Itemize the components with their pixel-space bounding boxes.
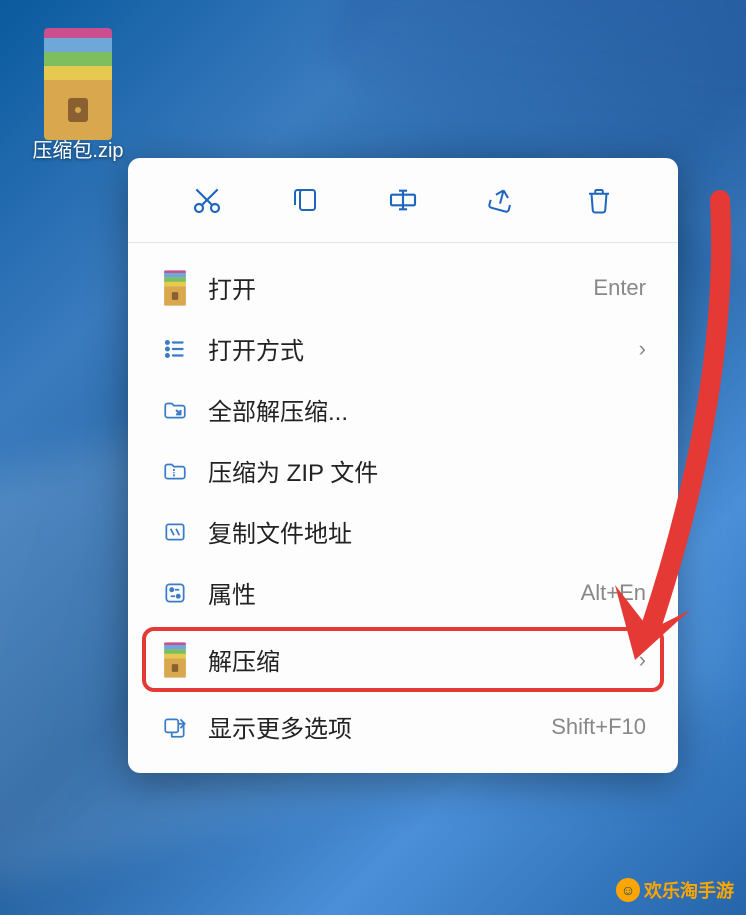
delete-button[interactable]	[579, 180, 619, 220]
menu-item-copy-path[interactable]: 复制文件地址	[146, 501, 660, 562]
menu-item-open[interactable]: 打开 Enter	[146, 257, 660, 318]
menu-label: 打开方式	[208, 331, 639, 366]
menu-shortcut: Shift+F10	[551, 714, 646, 740]
menu-item-compress-zip[interactable]: 压缩为 ZIP 文件	[146, 440, 660, 501]
cut-button[interactable]	[187, 180, 227, 220]
show-more-icon	[160, 712, 190, 742]
menu-shortcut: Alt+En	[581, 580, 646, 606]
menu-item-extract[interactable]: 解压缩 ›	[142, 627, 664, 692]
copy-icon	[290, 185, 320, 215]
rar-file-icon	[38, 28, 118, 128]
menu-label: 复制文件地址	[208, 514, 646, 549]
watermark-text: 欢乐淘手游	[644, 877, 734, 903]
chevron-right-icon: ›	[639, 336, 646, 362]
copy-button[interactable]	[285, 180, 325, 220]
desktop-file[interactable]: 压缩包.zip	[28, 28, 128, 163]
watermark: ☺ 欢乐淘手游	[616, 877, 734, 903]
menu-label: 解压缩	[208, 642, 639, 677]
watermark-smiley-icon: ☺	[616, 878, 640, 902]
rar-small-icon	[160, 273, 190, 303]
menu-label: 显示更多选项	[208, 709, 551, 744]
rename-icon	[387, 184, 419, 216]
extract-all-icon	[160, 395, 190, 425]
menu-item-extract-all[interactable]: 全部解压缩...	[146, 379, 660, 440]
scissors-icon	[191, 184, 223, 216]
share-button[interactable]	[481, 180, 521, 220]
rename-button[interactable]	[383, 180, 423, 220]
rar-small-icon	[160, 645, 190, 675]
share-icon	[486, 185, 516, 215]
menu-label: 全部解压缩...	[208, 392, 646, 427]
menu-item-properties[interactable]: 属性 Alt+En	[146, 562, 660, 623]
chevron-right-icon: ›	[639, 647, 646, 673]
copy-path-icon	[160, 517, 190, 547]
open-with-icon	[160, 334, 190, 364]
menu-label: 打开	[208, 270, 593, 305]
context-toolbar	[128, 158, 678, 243]
compress-zip-icon	[160, 456, 190, 486]
trash-icon	[584, 185, 614, 215]
menu-items-list: 打开 Enter 打开方式 › 全部解压缩... 压缩为 ZIP 文件	[128, 243, 678, 761]
menu-item-show-more[interactable]: 显示更多选项 Shift+F10	[146, 696, 660, 757]
menu-shortcut: Enter	[593, 275, 646, 301]
properties-icon	[160, 578, 190, 608]
menu-label: 属性	[208, 575, 581, 610]
context-menu: 打开 Enter 打开方式 › 全部解压缩... 压缩为 ZIP 文件	[128, 158, 678, 773]
menu-label: 压缩为 ZIP 文件	[208, 453, 646, 488]
menu-item-open-with[interactable]: 打开方式 ›	[146, 318, 660, 379]
